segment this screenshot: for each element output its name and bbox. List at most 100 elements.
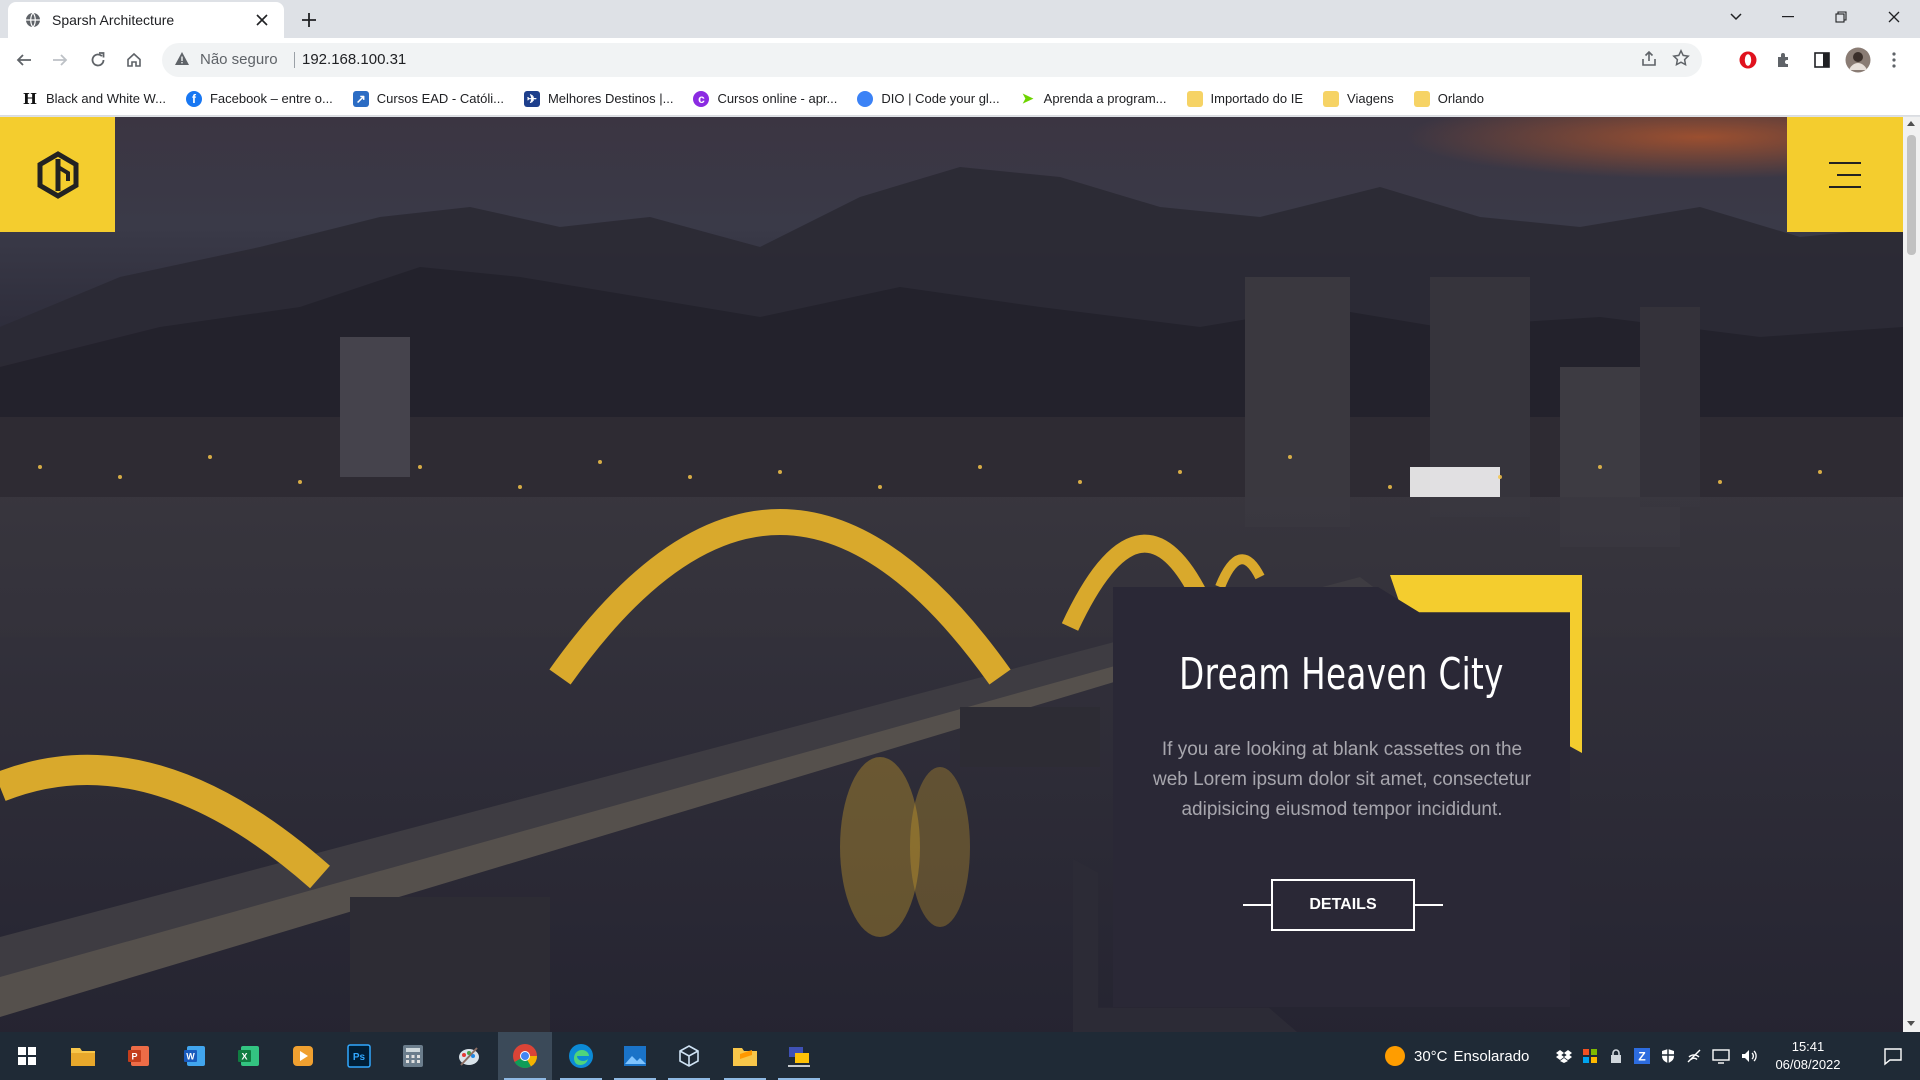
bookmark-item[interactable]: ✈ Melhores Destinos |... xyxy=(516,85,681,113)
volume-icon[interactable] xyxy=(1740,1048,1758,1064)
dropbox-icon[interactable] xyxy=(1556,1048,1572,1064)
z-app-icon[interactable]: Z xyxy=(1634,1048,1650,1064)
bookmark-item[interactable]: ➤ Aprenda a program... xyxy=(1012,85,1175,113)
svg-text:Z: Z xyxy=(1638,1050,1645,1064)
word-icon[interactable]: W xyxy=(168,1032,222,1080)
bookmark-item[interactable]: c Cursos online - apr... xyxy=(685,85,845,113)
scroll-up-arrow-icon[interactable] xyxy=(1907,121,1915,126)
bookmarks-bar: H Black and White W... f Facebook – entr… xyxy=(0,82,1920,116)
display-icon[interactable] xyxy=(1712,1048,1730,1064)
address-bar[interactable]: Não seguro 192.168.100.31 xyxy=(162,43,1702,77)
hero-info-card: Dream Heaven City If you are looking at … xyxy=(1113,587,1570,1007)
profile-avatar[interactable] xyxy=(1842,44,1874,76)
restore-button[interactable] xyxy=(1815,0,1867,34)
office-icon[interactable] xyxy=(1582,1048,1598,1064)
minimize-button[interactable] xyxy=(1762,0,1814,34)
h-icon: H xyxy=(22,89,38,108)
details-line-left xyxy=(1243,904,1273,906)
share-icon[interactable] xyxy=(1640,50,1660,70)
photoshop-icon[interactable]: Ps xyxy=(332,1032,386,1080)
sun-icon xyxy=(1385,1046,1405,1066)
bookmark-label: Aprenda a program... xyxy=(1043,91,1167,106)
start-button[interactable] xyxy=(0,1032,54,1080)
cursos-online-icon: c xyxy=(693,90,710,107)
scroll-down-arrow-icon[interactable] xyxy=(1907,1021,1915,1026)
logo-mark-icon xyxy=(37,150,78,199)
bookmark-folder[interactable]: Orlando xyxy=(1406,85,1492,113)
opera-extension-icon[interactable] xyxy=(1732,44,1764,76)
tab-bar: Sparsh Architecture xyxy=(0,0,1920,38)
hero-background-image xyxy=(0,117,1903,1032)
back-button[interactable] xyxy=(8,44,40,76)
scroll-thumb[interactable] xyxy=(1907,135,1916,255)
bookmark-folder[interactable]: Importado do IE xyxy=(1179,85,1312,113)
url-text[interactable]: 192.168.100.31 xyxy=(302,51,406,68)
weather-description: Ensolarado xyxy=(1453,1047,1530,1065)
bookmark-label: Facebook – entre o... xyxy=(209,91,333,106)
photos-icon[interactable] xyxy=(608,1032,662,1080)
clock-date: 06/08/2022 xyxy=(1775,1057,1841,1072)
bookmark-item[interactable]: DIO | Code your gl... xyxy=(849,85,1007,113)
chrome-menu-icon[interactable] xyxy=(1878,44,1910,76)
menu-button[interactable] xyxy=(1787,117,1903,232)
globe-icon xyxy=(24,11,42,29)
details-button[interactable]: DETAILS xyxy=(1271,879,1415,931)
3d-box-app-icon[interactable] xyxy=(662,1032,716,1080)
tab-title: Sparsh Architecture xyxy=(52,12,175,28)
defender-shield-icon[interactable] xyxy=(1660,1048,1676,1064)
folder-icon xyxy=(1186,90,1203,107)
notification-center-icon[interactable] xyxy=(1866,1032,1920,1080)
system-clock[interactable]: 15:41 06/08/2022 xyxy=(1760,1038,1856,1074)
windows-logo-icon xyxy=(18,1047,36,1065)
file-explorer-icon[interactable] xyxy=(56,1032,110,1080)
bookmark-item[interactable]: H Black and White W... xyxy=(14,85,174,113)
aprenda-icon: ➤ xyxy=(1021,90,1034,106)
hamburger-icon xyxy=(1829,161,1861,188)
site-logo[interactable] xyxy=(0,117,115,232)
bookmark-label: Black and White W... xyxy=(46,91,166,106)
bookmark-label: Melhores Destinos |... xyxy=(547,91,674,106)
chrome-taskbar-icon[interactable] xyxy=(498,1032,552,1080)
tab-sparsh-architecture[interactable]: Sparsh Architecture xyxy=(8,2,284,38)
network-app-icon[interactable] xyxy=(772,1032,826,1080)
media-player-icon[interactable] xyxy=(276,1032,330,1080)
dragon-bridge xyxy=(0,509,1380,1032)
bookmark-star-icon[interactable] xyxy=(1672,49,1692,69)
sublime-folder-icon[interactable] xyxy=(718,1032,772,1080)
close-window-button[interactable] xyxy=(1868,0,1920,34)
network-disconnected-icon[interactable] xyxy=(1686,1048,1702,1064)
bookmark-label: Orlando xyxy=(1437,91,1485,106)
weather-temperature: 30°C xyxy=(1414,1047,1448,1065)
side-panel-icon[interactable] xyxy=(1806,44,1838,76)
folder-icon xyxy=(1323,90,1340,107)
weather-widget[interactable]: 30°C Ensolarado xyxy=(1384,1032,1529,1080)
bookmark-item[interactable]: ↗ Cursos EAD - Católi... xyxy=(345,85,512,113)
home-button[interactable] xyxy=(118,44,150,76)
close-tab-icon[interactable] xyxy=(252,10,272,30)
new-tab-button[interactable] xyxy=(296,7,322,33)
lock-icon[interactable] xyxy=(1608,1048,1624,1064)
warning-icon[interactable] xyxy=(174,51,192,69)
security-label[interactable]: Não seguro xyxy=(200,51,278,68)
edge-icon[interactable] xyxy=(554,1032,608,1080)
bookmark-item[interactable]: f Facebook – entre o... xyxy=(178,85,341,113)
powerpoint-icon[interactable]: P xyxy=(112,1032,166,1080)
bookmark-folder[interactable]: Viagens xyxy=(1315,85,1402,113)
page-viewport: Dream Heaven City If you are looking at … xyxy=(0,117,1920,1032)
omnibox-divider xyxy=(294,52,295,68)
bookmark-label: Cursos online - apr... xyxy=(717,91,838,106)
reload-button[interactable] xyxy=(82,44,114,76)
folder-icon xyxy=(1413,90,1430,107)
svg-text:X: X xyxy=(241,1052,247,1062)
tab-search-icon[interactable] xyxy=(1710,0,1762,34)
calculator-icon[interactable] xyxy=(386,1032,440,1080)
card-title: Dream Heaven City xyxy=(1179,649,1504,700)
paint-icon[interactable] xyxy=(442,1032,496,1080)
browser-toolbar: Não seguro 192.168.100.31 xyxy=(0,38,1920,82)
svg-text:W: W xyxy=(186,1052,195,1062)
excel-icon[interactable]: X xyxy=(222,1032,276,1080)
page-scrollbar[interactable] xyxy=(1903,117,1920,1032)
forward-button[interactable] xyxy=(44,44,76,76)
windows-taskbar: P W X Ps 30°C Ensolarado Z 15:41 06/08/2… xyxy=(0,1032,1920,1080)
extensions-puzzle-icon[interactable] xyxy=(1768,44,1800,76)
